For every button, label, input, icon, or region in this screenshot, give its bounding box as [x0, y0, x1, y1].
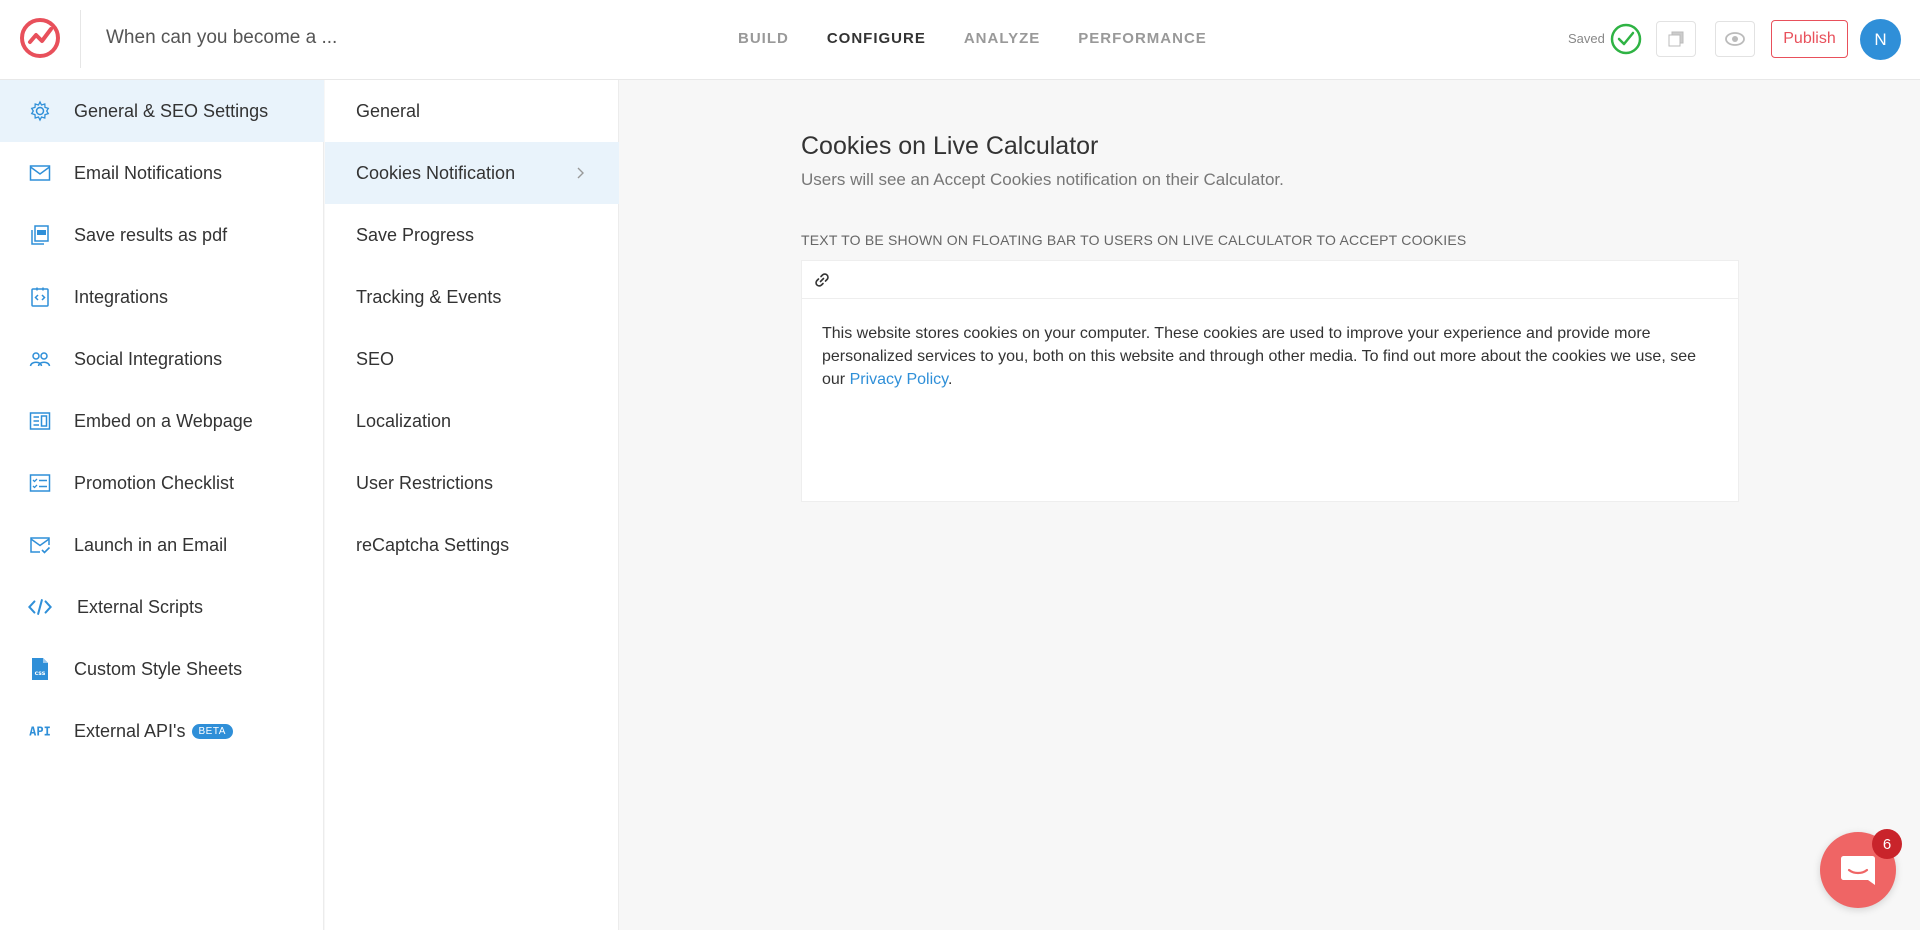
page-subtitle: Users will see an Accept Cookies notific…: [801, 170, 1284, 189]
people-icon: [28, 347, 52, 371]
checklist-icon: [28, 471, 52, 495]
svg-text:API: API: [29, 725, 51, 739]
page-title: Cookies on Live Calculator: [801, 132, 1099, 160]
submenu-item-label: reCaptcha Settings: [356, 534, 510, 555]
api-icon: API: [28, 719, 52, 743]
submenu-item-label: Cookies Notification: [356, 162, 516, 183]
sidebar-item-general-seo[interactable]: General & SEO Settings: [0, 80, 324, 142]
submenu-item-label: Localization: [356, 410, 452, 431]
field-label: TEXT TO BE SHOWN ON FLOATING BAR TO USER…: [801, 232, 1467, 248]
chat-icon: [1841, 856, 1875, 885]
css-file-icon: css: [28, 657, 52, 681]
cookie-text-editor[interactable]: This website stores cookies on your comp…: [801, 260, 1739, 502]
cookie-message-text: This website stores cookies on your comp…: [822, 325, 1697, 388]
main-nav: BUILD CONFIGURE ANALYZE PERFORMANCE: [738, 30, 1245, 47]
gear-icon: [28, 99, 52, 123]
code-icon: [28, 595, 52, 619]
editor-content[interactable]: This website stores cookies on your comp…: [802, 299, 1738, 391]
submenu-item-seo[interactable]: SEO: [325, 328, 619, 390]
submenu-item-label: Tracking & Events: [356, 286, 502, 307]
privacy-policy-link[interactable]: Privacy Policy: [850, 371, 948, 388]
sidebar-item-label: External API's BETA: [74, 721, 233, 742]
sidebar-item-integrations[interactable]: Integrations: [0, 266, 324, 328]
preview-button[interactable]: [1715, 21, 1755, 57]
submenu-item-save-progress[interactable]: Save Progress: [325, 204, 619, 266]
sidebar-item-label: Email Notifications: [74, 162, 223, 183]
publish-button[interactable]: Publish: [1771, 20, 1848, 58]
sidebar-item-launch-email[interactable]: Launch in an Email: [0, 514, 324, 576]
sidebar-item-label: General & SEO Settings: [74, 100, 269, 121]
submenu-item-general[interactable]: General: [325, 80, 619, 142]
submenu-item-recaptcha[interactable]: reCaptcha Settings: [325, 514, 619, 576]
chevron-right-icon: [577, 167, 584, 179]
sidebar-item-label: Promotion Checklist: [74, 472, 235, 493]
avatar[interactable]: N: [1860, 19, 1901, 60]
pdf-icon: [28, 223, 52, 247]
sidebar-item-save-pdf[interactable]: Save results as pdf: [0, 204, 324, 266]
nav-analyze[interactable]: ANALYZE: [964, 30, 1040, 47]
editor-toolbar: [802, 261, 1738, 299]
sidebar-item-label: Save results as pdf: [74, 224, 228, 245]
nav-performance[interactable]: PERFORMANCE: [1078, 30, 1207, 47]
sidebar-item-embed[interactable]: Embed on a Webpage: [0, 390, 324, 452]
submenu-item-label: SEO: [356, 348, 395, 369]
copy-icon: [1668, 31, 1684, 47]
sidebar-item-external-apis[interactable]: API External API's BETA: [0, 700, 324, 762]
top-bar: When can you become a ... BUILD CONFIGUR…: [0, 0, 1920, 80]
cookie-message-suffix: .: [947, 371, 953, 388]
submenu-item-cookies-notification[interactable]: Cookies Notification: [325, 142, 619, 204]
email-check-icon: [28, 533, 52, 557]
submenu-item-user-restrictions[interactable]: User Restrictions: [325, 452, 619, 514]
submenu-item-localization[interactable]: Localization: [325, 390, 619, 452]
settings-sidebar: General & SEO Settings Email Notificatio…: [0, 80, 324, 930]
nav-build[interactable]: BUILD: [738, 30, 789, 47]
sidebar-item-email-notifications[interactable]: Email Notifications: [0, 142, 324, 204]
link-icon[interactable]: [814, 272, 830, 288]
sidebar-item-label: Custom Style Sheets: [74, 658, 243, 679]
eye-icon: [1725, 32, 1745, 46]
sidebar-item-custom-style-sheets[interactable]: css Custom Style Sheets: [0, 638, 324, 700]
sidebar-item-promotion-checklist[interactable]: Promotion Checklist: [0, 452, 324, 514]
logo-icon[interactable]: [18, 16, 62, 60]
sidebar-item-label: Integrations: [74, 286, 169, 307]
integrations-icon: [28, 285, 52, 309]
main-content: Cookies on Live Calculator Users will se…: [620, 80, 1920, 930]
submenu-item-tracking-events[interactable]: Tracking & Events: [325, 266, 619, 328]
envelope-icon: [28, 161, 52, 185]
svg-text:css: css: [35, 670, 46, 677]
settings-submenu: General Cookies Notification Save Progre…: [325, 80, 619, 930]
sidebar-item-label: Social Integrations: [74, 348, 223, 369]
sidebar-item-label-text: External API's: [74, 720, 186, 741]
check-circle-icon: [1610, 23, 1642, 55]
header-divider: [80, 10, 81, 68]
saved-status: Saved: [1568, 31, 1605, 46]
submenu-item-label: User Restrictions: [356, 472, 494, 493]
sidebar-item-external-scripts[interactable]: External Scripts: [0, 576, 324, 638]
duplicate-button[interactable]: [1656, 21, 1696, 57]
nav-configure[interactable]: CONFIGURE: [827, 30, 926, 47]
sidebar-item-social-integrations[interactable]: Social Integrations: [0, 328, 324, 390]
submenu-item-label: General: [356, 100, 421, 121]
embed-icon: [28, 409, 52, 433]
submenu-item-label: Save Progress: [356, 224, 475, 245]
document-title[interactable]: When can you become a ...: [106, 27, 337, 49]
sidebar-item-label: Embed on a Webpage: [74, 410, 253, 431]
sidebar-item-label: External Scripts: [77, 596, 204, 617]
sidebar-item-label: Launch in an Email: [74, 534, 228, 555]
chat-unread-badge: 6: [1872, 829, 1902, 859]
beta-badge: BETA: [191, 724, 233, 740]
